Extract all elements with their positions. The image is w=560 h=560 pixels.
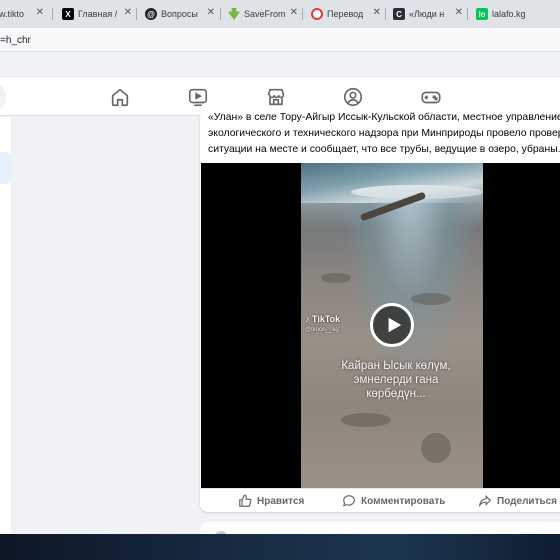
post-actions: Нравится Комментировать Поделиться [200,488,560,512]
comment-button[interactable]: Комментировать [342,494,445,508]
caption-line: Кайран Ысык көлүм, [341,360,451,372]
post-text-line: ситуации на месте и сообщает, что все тр… [208,144,560,155]
translate-favicon-icon [311,8,323,20]
savefrom-favicon-icon [228,8,240,20]
os-taskbar [0,534,560,560]
tiktok-username: @timon__kg [305,327,339,333]
play-button[interactable] [370,303,414,347]
tab-label: Перевод [327,9,364,19]
feed-post: «Улан» в селе Тору-Айгыр Иссык-Кульской … [200,110,560,512]
gaming-icon[interactable] [420,86,442,108]
close-icon[interactable]: ✕ [373,7,381,18]
post-text-line: экологического и технического надзора пр… [208,128,560,139]
address-bar[interactable]: =h_chr [0,28,560,52]
home-icon[interactable] [109,86,131,108]
marketplace-icon[interactable] [265,86,287,108]
x-favicon-icon: X [62,8,74,20]
like-button[interactable]: Нравится [238,494,304,508]
caption-line: эмнелерди гана [353,374,439,386]
tab-threads[interactable]: @ Вопросы ✕ [145,2,215,26]
tab-people[interactable]: C «Люди н ✕ [393,2,463,26]
tiktok-watermark: ♪ TikTok [305,314,341,324]
tab-label: lalafo.kg [492,9,526,19]
comment-icon [342,495,355,507]
threads-favicon-icon: @ [145,8,157,20]
post-text-line: «Улан» в селе Тору-Айгыр Иссык-Кульской … [208,112,560,123]
address-text: =h_chr [0,35,31,46]
video-frame: ♪ TikTok @timon__kg Кайран Ысык көлүм, э… [301,163,483,488]
caption-line: көрбөдүн... [366,388,426,400]
search-pill[interactable] [0,83,6,111]
tab-label: SaveFrom [244,9,286,19]
close-icon[interactable]: ✕ [455,7,463,18]
lalafo-favicon-icon: lo [476,8,488,20]
play-icon [388,317,401,333]
share-icon [478,494,492,508]
share-button[interactable]: Поделиться [478,494,557,508]
close-icon[interactable]: ✕ [290,7,298,18]
tab-savefrom[interactable]: SaveFrom ✕ [228,2,298,26]
sidebar-active-item[interactable] [0,152,11,184]
tab-label: Вопросы [161,9,198,19]
tab-label: www.tikto [0,9,25,19]
c-favicon-icon: C [393,8,405,20]
like-label: Нравится [257,495,305,507]
share-label: Поделиться [497,495,558,507]
tab-translate[interactable]: Перевод ✕ [311,2,381,26]
groups-icon[interactable] [342,86,364,108]
thumbs-up-icon [239,494,252,507]
tab-label: Главная / [78,9,118,19]
browser-tab-strip: www.tikto ✕ X Главная / ✕ @ Вопросы ✕ Sa… [0,0,560,28]
tab-lalafo[interactable]: lo lalafo.kg [476,2,560,26]
close-icon[interactable]: ✕ [36,7,44,18]
video-icon[interactable] [187,86,209,108]
post-text: «Улан» в селе Тору-Айгыр Иссык-Кульской … [208,110,560,158]
tab-x[interactable]: X Главная / ✕ [62,2,132,26]
tab-tiktok[interactable]: www.tikto ✕ [0,2,44,26]
video-caption: Кайран Ысык көлүм, эмнелерди гана көрбөд… [321,359,471,401]
tab-label: «Люди н [409,9,445,19]
video-player[interactable]: ♪ TikTok @timon__kg Кайран Ысык көлүм, э… [201,163,560,488]
close-icon[interactable]: ✕ [124,7,132,18]
close-icon[interactable]: ✕ [207,7,215,18]
comment-label: Комментировать [361,495,446,507]
